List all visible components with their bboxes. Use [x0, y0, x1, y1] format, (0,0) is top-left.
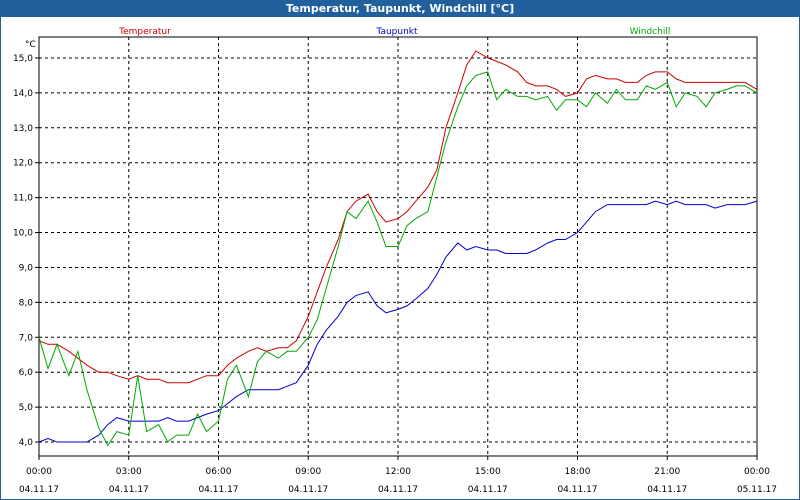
y-axis-label: °C	[25, 40, 36, 50]
x-tick-time: 15:00	[475, 467, 501, 477]
chart-area: °C 4,0 5,0 6,0 7,0 8,0 9,0 10,0 11,0 12,0 13,0 14,…	[13, 27, 777, 495]
x-tick-date: 04.11.17	[378, 485, 418, 495]
x-tick-date: 05.11.17	[737, 485, 777, 495]
y-tick-label: 10,0	[13, 229, 33, 239]
legend-entry-windchill: Windchill	[630, 27, 671, 37]
x-tick-time: 09:00	[295, 467, 321, 477]
x-tick-date: 04.11.17	[109, 485, 149, 495]
x-tick-time: 03:00	[116, 467, 142, 477]
x-tick-time: 21:00	[654, 467, 680, 477]
y-tick-label: 14,0	[13, 89, 33, 99]
legend: Temperatur Taupunkt Windchill	[118, 27, 670, 37]
y-tick-label: 9,0	[19, 263, 34, 273]
y-axis: °C 4,0 5,0 6,0 7,0 8,0 9,0 10,0 11,0 12,0 13,0 14,…	[13, 40, 39, 448]
x-tick-time: 00:00	[744, 467, 770, 477]
y-tick-label: 12,0	[13, 159, 33, 169]
y-tick-label: 15,0	[13, 54, 33, 64]
x-tick-date: 04.11.17	[19, 485, 59, 495]
y-tick-label: 13,0	[13, 124, 33, 134]
y-tick-label: 6,0	[19, 368, 34, 378]
x-tick-date: 04.11.17	[198, 485, 238, 495]
x-tick-time: 18:00	[565, 467, 591, 477]
x-tick-time: 06:00	[206, 467, 232, 477]
y-tick-label: 5,0	[19, 403, 34, 413]
x-tick-date: 04.11.17	[468, 485, 508, 495]
y-tick-label: 7,0	[19, 333, 34, 343]
x-tick-time: 00:00	[26, 467, 52, 477]
x-axis: 00:00 04.11.17 03:00 04.11.17 06:00 04.11.17 0…	[19, 456, 777, 495]
legend-entry-temperatur: Temperatur	[118, 27, 171, 37]
x-tick-date: 04.11.17	[288, 485, 328, 495]
x-tick-time: 12:00	[385, 467, 411, 477]
y-tick-label: 8,0	[19, 298, 34, 308]
legend-entry-taupunkt: Taupunkt	[375, 27, 418, 37]
y-tick-label: 4,0	[19, 438, 34, 448]
x-tick-date: 04.11.17	[647, 485, 687, 495]
x-tick-date: 04.11.17	[557, 485, 597, 495]
y-tick-label: 11,0	[13, 194, 33, 204]
